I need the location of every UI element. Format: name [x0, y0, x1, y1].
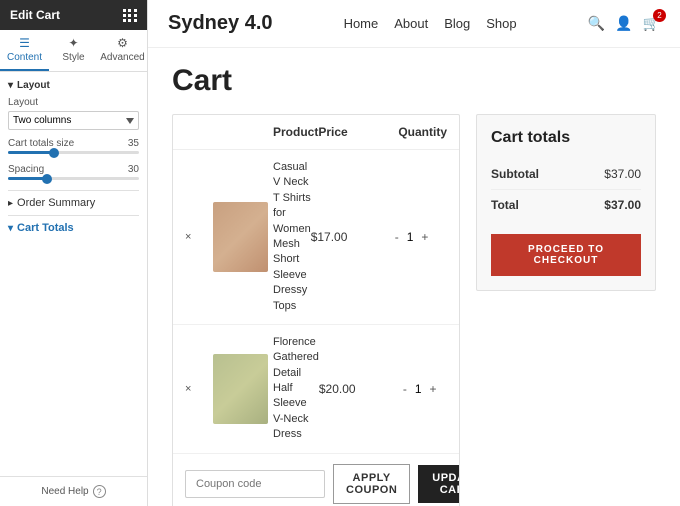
subtotal-label: Subtotal [491, 167, 539, 181]
style-icon: ✦ [68, 36, 78, 50]
qty-val-1[interactable]: 1 [407, 230, 414, 244]
page-content: Cart Product Price Quantity Subtotal × C… [148, 48, 680, 506]
product-name-1: Casual V Neck T Shirts for Women Mesh Sh… [273, 160, 311, 314]
header-product: Product [273, 125, 318, 139]
layout-select[interactable]: Two columns One column [8, 111, 139, 130]
update-cart-button[interactable]: UPDATE CART [418, 465, 460, 503]
qty-minus-1[interactable]: - [391, 228, 403, 246]
header-price: Price [318, 125, 398, 139]
user-icon[interactable]: 👤 [615, 15, 632, 32]
panel-title: Edit Cart [10, 8, 60, 22]
grid-icon [123, 9, 137, 22]
remove-btn-2[interactable]: × [185, 383, 213, 395]
cart-layout: Product Price Quantity Subtotal × Casual… [172, 114, 656, 506]
need-help-text: Need Help [41, 486, 88, 497]
qty-plus-1[interactable]: + [417, 228, 432, 246]
nav-shop[interactable]: Shop [486, 16, 516, 31]
tab-advanced[interactable]: ⚙ Advanced [98, 30, 147, 71]
advanced-icon: ⚙ [117, 36, 128, 50]
site-title: Sydney 4.0 [168, 12, 273, 35]
apply-coupon-button[interactable]: APPLY COUPON [333, 464, 410, 504]
search-icon[interactable]: 🔍 [588, 15, 605, 32]
total-amount: $37.00 [604, 198, 641, 212]
price-1: $17.00 [311, 230, 391, 244]
cart-totals-size-track[interactable] [8, 151, 139, 154]
tab-style-label: Style [62, 52, 84, 63]
total-label: Total [491, 198, 519, 212]
tab-content[interactable]: ☰ Content [0, 30, 49, 71]
spacing-track[interactable] [8, 177, 139, 180]
cart-totals-panel: Cart totals Subtotal $37.00 Total $37.00… [476, 114, 656, 291]
panel-tabs: ☰ Content ✦ Style ⚙ Advanced [0, 30, 147, 72]
cart-totals-size-label: Cart totals size [8, 138, 74, 149]
subtotal-amount: $37.00 [604, 167, 641, 181]
remove-btn-1[interactable]: × [185, 231, 213, 243]
coupon-row: APPLY COUPON UPDATE CART [173, 454, 459, 506]
cart-badge: 2 [653, 9, 666, 22]
nav-about[interactable]: About [394, 16, 428, 31]
order-summary-label: Order Summary [17, 197, 95, 209]
nav-icons: 🔍 👤 🛒 2 [588, 15, 660, 32]
price-2: $20.00 [319, 382, 399, 396]
header-quantity: Quantity [398, 125, 460, 139]
layout-section-title: Layout [8, 80, 139, 91]
accordion-cart-totals[interactable]: Cart Totals [8, 215, 139, 240]
accordion-order-summary[interactable]: Order Summary [8, 190, 139, 215]
nav-home[interactable]: Home [344, 16, 379, 31]
panel-body: Layout Layout Two columns One column Car… [0, 72, 147, 476]
qty-minus-2[interactable]: - [399, 380, 411, 398]
spacing-value: 30 [128, 164, 139, 175]
help-icon: ? [93, 485, 106, 498]
tab-style[interactable]: ✦ Style [49, 30, 98, 71]
nav-links: Home About Blog Shop [344, 16, 517, 31]
need-help[interactable]: Need Help ? [0, 476, 147, 506]
product-image-1 [213, 202, 268, 272]
top-nav: Sydney 4.0 Home About Blog Shop 🔍 👤 🛒 2 [148, 0, 680, 48]
table-header: Product Price Quantity Subtotal [173, 115, 459, 150]
subtotal-row: Subtotal $37.00 [491, 159, 641, 190]
table-row: × Casual V Neck T Shirts for Women Mesh … [173, 150, 459, 325]
page-title: Cart [172, 64, 656, 98]
panel-header: Edit Cart [0, 0, 147, 30]
coupon-input[interactable] [185, 470, 325, 498]
checkout-button[interactable]: PROCEED TO CHECKOUT [491, 234, 641, 276]
spacing-section: Spacing 30 [8, 164, 139, 180]
edit-panel: Edit Cart ☰ Content ✦ Style ⚙ Advanced L… [0, 0, 148, 506]
tab-advanced-label: Advanced [100, 52, 144, 63]
nav-blog[interactable]: Blog [444, 16, 470, 31]
cart-totals-label: Cart Totals [17, 222, 74, 234]
cart-totals-size-value: 35 [128, 138, 139, 149]
cart-totals-size-row: Cart totals size 35 [8, 138, 139, 154]
cart-table: Product Price Quantity Subtotal × Casual… [172, 114, 460, 506]
product-name-2: Florence Gathered Detail Half Sleeve V-N… [273, 335, 319, 443]
qty-control-2: - 1 + [399, 380, 460, 398]
header-img [213, 125, 273, 139]
header-remove [185, 125, 213, 139]
tab-content-label: Content [7, 52, 42, 63]
table-row: × Florence Gathered Detail Half Sleeve V… [173, 325, 459, 454]
product-image-2 [213, 354, 268, 424]
spacing-label: Spacing [8, 164, 44, 175]
cart-icon[interactable]: 🛒 2 [643, 15, 660, 32]
layout-row: Layout Two columns One column [8, 97, 139, 130]
qty-control-1: - 1 + [391, 228, 460, 246]
total-row: Total $37.00 [491, 190, 641, 220]
content-icon: ☰ [19, 36, 30, 50]
qty-val-2[interactable]: 1 [415, 382, 422, 396]
main-content: Sydney 4.0 Home About Blog Shop 🔍 👤 🛒 2 … [148, 0, 680, 506]
cart-totals-title: Cart totals [491, 129, 641, 147]
layout-label: Layout [8, 97, 139, 108]
qty-plus-2[interactable]: + [426, 380, 441, 398]
